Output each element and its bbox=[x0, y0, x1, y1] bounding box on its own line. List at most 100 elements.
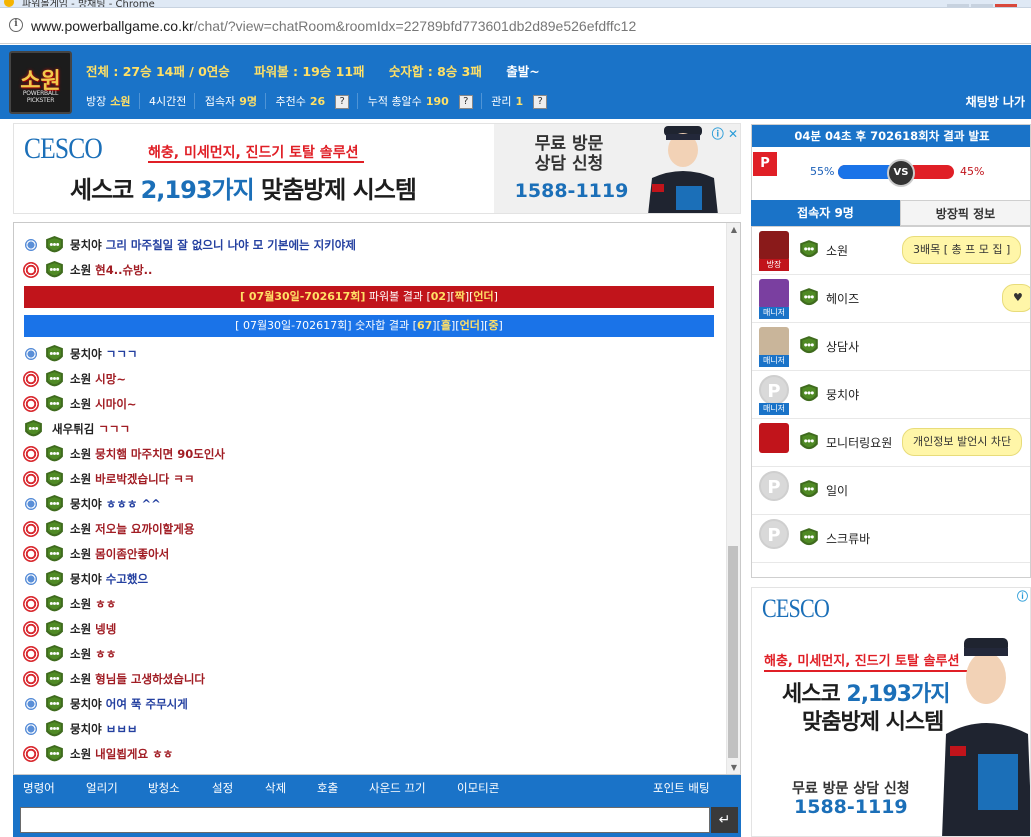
host-label: 방장 bbox=[86, 95, 107, 108]
banner-end: ] bbox=[493, 290, 498, 303]
user-name[interactable]: 상담사 bbox=[826, 338, 859, 355]
chat-nickname[interactable]: 소원 현4..슈방.. bbox=[70, 259, 152, 281]
user-row[interactable]: 매니저 헤이즈 ♥ bbox=[752, 275, 1030, 323]
powerball-p-icon: P bbox=[753, 152, 777, 176]
chat-nickname[interactable]: 소원 시망~ bbox=[70, 368, 126, 390]
manage-help-button[interactable]: ? bbox=[533, 95, 548, 109]
ad-tagline-underline bbox=[148, 161, 364, 163]
user-name[interactable]: 뭉치야 bbox=[826, 386, 859, 403]
user-name[interactable]: 모니터링요원 bbox=[826, 434, 892, 451]
hits-help-button[interactable]: ? bbox=[458, 95, 473, 109]
chat-nickname[interactable]: 뭉치야 ㅂㅂㅂ bbox=[70, 718, 138, 740]
ad-tagline-underline bbox=[764, 670, 969, 672]
left-percent: 55% bbox=[810, 165, 835, 178]
banner-result-1: 67 bbox=[416, 319, 433, 332]
chat-nickname[interactable]: 소원 형님들 고생하셨습니다 bbox=[70, 668, 205, 690]
menu-delete[interactable]: 삭제 bbox=[265, 780, 286, 796]
rank-badge-icon bbox=[46, 745, 63, 762]
url-text[interactable]: www.powerballgame.co.kr/chat/?view=chatR… bbox=[31, 18, 636, 34]
chat-log[interactable]: 뭉치야 그리 마주칠일 잘 없으니 나야 모 기본에는 지키야제소원 현4..슈… bbox=[13, 222, 741, 775]
stat-total: 전체 : 27승 14패 / 0연승 bbox=[86, 64, 230, 79]
red-team-icon bbox=[23, 471, 39, 487]
chat-nickname[interactable]: 소원 시마이~ bbox=[70, 393, 137, 415]
banner-round: [ 07월30일-702617회] bbox=[235, 319, 352, 332]
room-info: 방장 소원 4시간전 접속자 9명 추천수 26? 누적 총알수 190? 관리 1? bbox=[86, 93, 561, 109]
menu-call[interactable]: 호출 bbox=[317, 780, 338, 796]
chat-nickname[interactable]: 뭉치야 그리 마주칠일 잘 없으니 나야 모 기본에는 지키야제 bbox=[70, 234, 356, 256]
menu-command[interactable]: 명령어 bbox=[23, 780, 55, 796]
scroll-up-icon[interactable]: ▲ bbox=[731, 225, 737, 234]
user-name[interactable]: 소원 bbox=[826, 242, 848, 259]
user-avatar bbox=[759, 279, 789, 309]
menu-freeze[interactable]: 얼리기 bbox=[86, 780, 118, 796]
user-row[interactable]: 방장 소원 3배목 [ 총 프 모 집 ] bbox=[752, 227, 1030, 275]
chat-nickname[interactable]: 뭉치야 ㅎㅎㅎ ^^ bbox=[70, 493, 161, 515]
red-team-icon bbox=[23, 596, 39, 612]
chat-text: 시망~ bbox=[95, 372, 126, 386]
ad-cta: 무료 방문 상담 신청 bbox=[519, 134, 619, 174]
chat-nickname[interactable]: 소원 내일뵙게요 ㅎㅎ bbox=[70, 743, 173, 765]
recommend-help-button[interactable]: ? bbox=[335, 95, 350, 109]
tab-host-picks[interactable]: 방장픽 정보 bbox=[900, 200, 1031, 226]
side-ad-banner[interactable]: CESCO 해충, 미세먼지, 진드기 토탈 솔루션 세스코 2,193가지 맞… bbox=[751, 587, 1031, 837]
chat-nickname[interactable]: 뭉치야 수고했으 bbox=[70, 568, 148, 590]
menu-emoticon[interactable]: 이모티콘 bbox=[457, 780, 499, 796]
room-header: 소원 POWERBALL PICKSTER 전체 : 27승 14패 / 0연승… bbox=[0, 45, 1031, 119]
user-tabs: 접속자 9명 방장픽 정보 bbox=[751, 200, 1031, 226]
banner-result-3: 언더 bbox=[459, 319, 480, 332]
chat-nickname[interactable]: 뭉치야 ㄱㄱㄱ bbox=[70, 343, 138, 365]
user-row[interactable]: P 일이 bbox=[752, 467, 1030, 515]
chat-nickname[interactable]: 뭉치야 어여 푹 주무시게 bbox=[70, 693, 188, 715]
chat-scroll-thumb[interactable] bbox=[728, 546, 738, 758]
menu-clean[interactable]: 방청소 bbox=[148, 780, 180, 796]
blue-team-icon bbox=[23, 346, 39, 362]
chat-scrollbar[interactable]: ▲ ▼ bbox=[726, 223, 740, 774]
user-name[interactable]: 스크류바 bbox=[826, 530, 870, 547]
banner-label: 숫자합 결과 [ bbox=[355, 319, 417, 332]
chat-nickname[interactable]: 소원 몸이좀안좋아서 bbox=[70, 543, 169, 565]
red-team-icon bbox=[23, 262, 39, 278]
ad-info-icon[interactable]: ⓘ bbox=[1017, 588, 1028, 604]
rank-badge-icon bbox=[800, 288, 818, 306]
user-row[interactable]: P 스크류바 bbox=[752, 515, 1030, 563]
ad-cta-line1: 무료 방문 bbox=[534, 134, 604, 154]
chat-input[interactable] bbox=[20, 807, 710, 833]
chat-text: ㄱㄱㄱ bbox=[105, 347, 138, 361]
chat-nickname[interactable]: 소원 ㅎㅎ bbox=[70, 643, 116, 665]
scroll-down-icon[interactable]: ▼ bbox=[731, 763, 737, 772]
rank-badge-icon bbox=[800, 336, 818, 354]
site-info-icon[interactable]: i bbox=[9, 18, 23, 32]
top-ad-banner[interactable]: CESCO 해충, 미세먼지, 진드기 토탈 솔루션 세스코 2,193가지 맞… bbox=[13, 123, 741, 214]
chat-nickname[interactable]: 소원 ㅎㅎ bbox=[70, 593, 116, 615]
menu-sound-off[interactable]: 사운드 끄기 bbox=[369, 780, 426, 796]
powerball-result-banner: [ 07월30일-702617회] 파워볼 결과 [02][짝][언더] bbox=[24, 286, 714, 308]
user-row[interactable]: 매니저 상담사 bbox=[752, 323, 1030, 371]
ad-phone: 1588-1119 bbox=[514, 180, 629, 202]
menu-settings[interactable]: 설정 bbox=[212, 780, 233, 796]
user-row[interactable]: 모니터링요원 개인정보 발언시 차단 bbox=[752, 419, 1030, 467]
user-row[interactable]: P 매니저 뭉치야 bbox=[752, 371, 1030, 419]
record-stats: 전체 : 27승 14패 / 0연승 파워볼 : 19승 11패 숫자합 : 8… bbox=[86, 61, 560, 80]
ad-person-illustration bbox=[942, 638, 1030, 836]
ad-close-icon[interactable]: ⓘ ✕ bbox=[712, 125, 738, 142]
chat-nickname[interactable]: 소원 넹넹 bbox=[70, 618, 116, 640]
rank-badge-icon bbox=[46, 495, 63, 512]
stat-start: 출발~ bbox=[506, 64, 540, 79]
chat-nickname[interactable]: 소원 저오늘 요까이할게용 bbox=[70, 518, 194, 540]
tab-users[interactable]: 접속자 9명 bbox=[751, 200, 900, 226]
leave-room-button[interactable]: 채팅방 나가 bbox=[966, 93, 1025, 110]
user-name[interactable]: 일이 bbox=[826, 482, 848, 499]
menu-point-bet[interactable]: 포인트 배팅 bbox=[653, 780, 710, 796]
chat-nickname[interactable]: 소원 바로박겠습니다 ㅋㅋ bbox=[70, 468, 194, 490]
address-bar[interactable]: i www.powerballgame.co.kr/chat/?view=cha… bbox=[0, 8, 1031, 44]
send-icon[interactable]: ↵ bbox=[711, 807, 738, 833]
rank-badge-icon bbox=[800, 480, 818, 498]
red-team-icon bbox=[23, 521, 39, 537]
chat-nickname[interactable]: 새우튀김 ㄱㄱㄱ bbox=[52, 418, 130, 440]
chat-nickname[interactable]: 소원 뭉치햄 마주치면 90도인사 bbox=[70, 443, 225, 465]
user-name[interactable]: 헤이즈 bbox=[826, 290, 859, 307]
chat-input-bar: ↵ bbox=[13, 800, 741, 837]
rank-badge-icon bbox=[46, 236, 63, 253]
user-list[interactable]: 방장 소원 3배목 [ 총 프 모 집 ] 매니저 헤이즈 ♥ 매니저 상담사 P 매니저 뭉치야 모… bbox=[751, 226, 1031, 578]
window-controls bbox=[945, 0, 1025, 7]
